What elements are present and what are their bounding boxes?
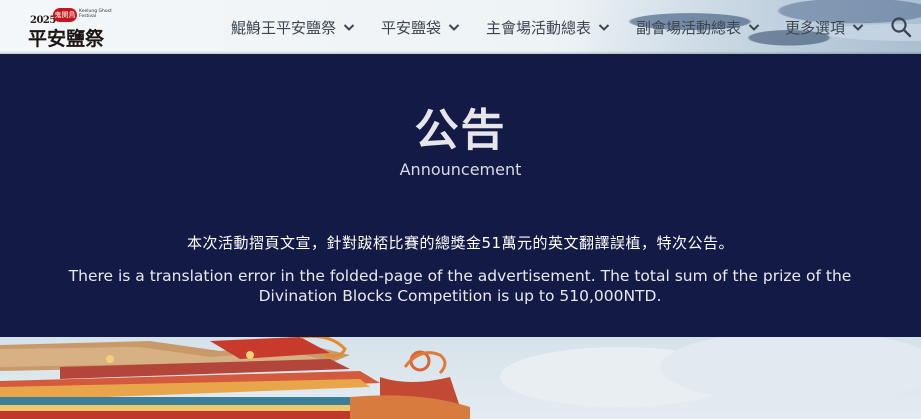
logo-subtitle: Keelung Ghost Festival xyxy=(79,9,112,19)
nav-item-salt-festival[interactable]: 鯤鯓王平安鹽祭 xyxy=(231,17,356,37)
nav-item-label: 更多選項 xyxy=(785,18,846,37)
nav-item-sub-venue-schedule[interactable]: 副會場活動總表 xyxy=(636,17,761,37)
site-logo[interactable]: 2025 鬼関鳥 Keelung Ghost Festival 平安鹽祭 xyxy=(26,8,126,50)
chevron-down-icon xyxy=(448,24,460,31)
logo-main-text: 平安鹽祭 xyxy=(28,28,105,50)
logo-seal: 鬼関鳥 xyxy=(53,8,77,22)
announcement-text-english: There is a translation error in the fold… xyxy=(68,267,852,305)
chevron-down-icon xyxy=(852,24,864,31)
nav-item-more-options[interactable]: 更多選項 xyxy=(785,17,865,37)
search-icon[interactable] xyxy=(890,16,912,38)
announcement-text-chinese: 本次活動摺頁文宣，針對跋桮比賽的總獎金51萬元的英文翻譯誤植，特次公告。 xyxy=(186,234,735,252)
chevron-down-icon xyxy=(598,24,610,31)
temple-artwork xyxy=(0,337,921,419)
nav-item-label: 副會場活動總表 xyxy=(636,18,742,37)
nav-item-label: 鯤鯓王平安鹽祭 xyxy=(231,18,337,37)
chevron-down-icon xyxy=(748,24,760,31)
temple-illustration xyxy=(0,337,921,419)
announcement-title: 公告 xyxy=(414,105,507,156)
announcement-section: 公告 Announcement 本次活動摺頁文宣，針對跋桮比賽的總獎金51萬元的… xyxy=(0,54,921,337)
nav-item-salt-bag[interactable]: 平安鹽袋 xyxy=(381,17,461,37)
chevron-down-icon xyxy=(343,24,355,31)
announcement-subtitle: Announcement xyxy=(399,160,522,179)
top-navigation-bar: 2025 鬼関鳥 Keelung Ghost Festival 平安鹽祭 鯤鯓王… xyxy=(0,0,921,54)
nav-item-label: 平安鹽袋 xyxy=(381,18,442,37)
nav-item-label: 主會場活動總表 xyxy=(486,18,592,37)
nav-item-main-venue-schedule[interactable]: 主會場活動總表 xyxy=(486,17,611,37)
